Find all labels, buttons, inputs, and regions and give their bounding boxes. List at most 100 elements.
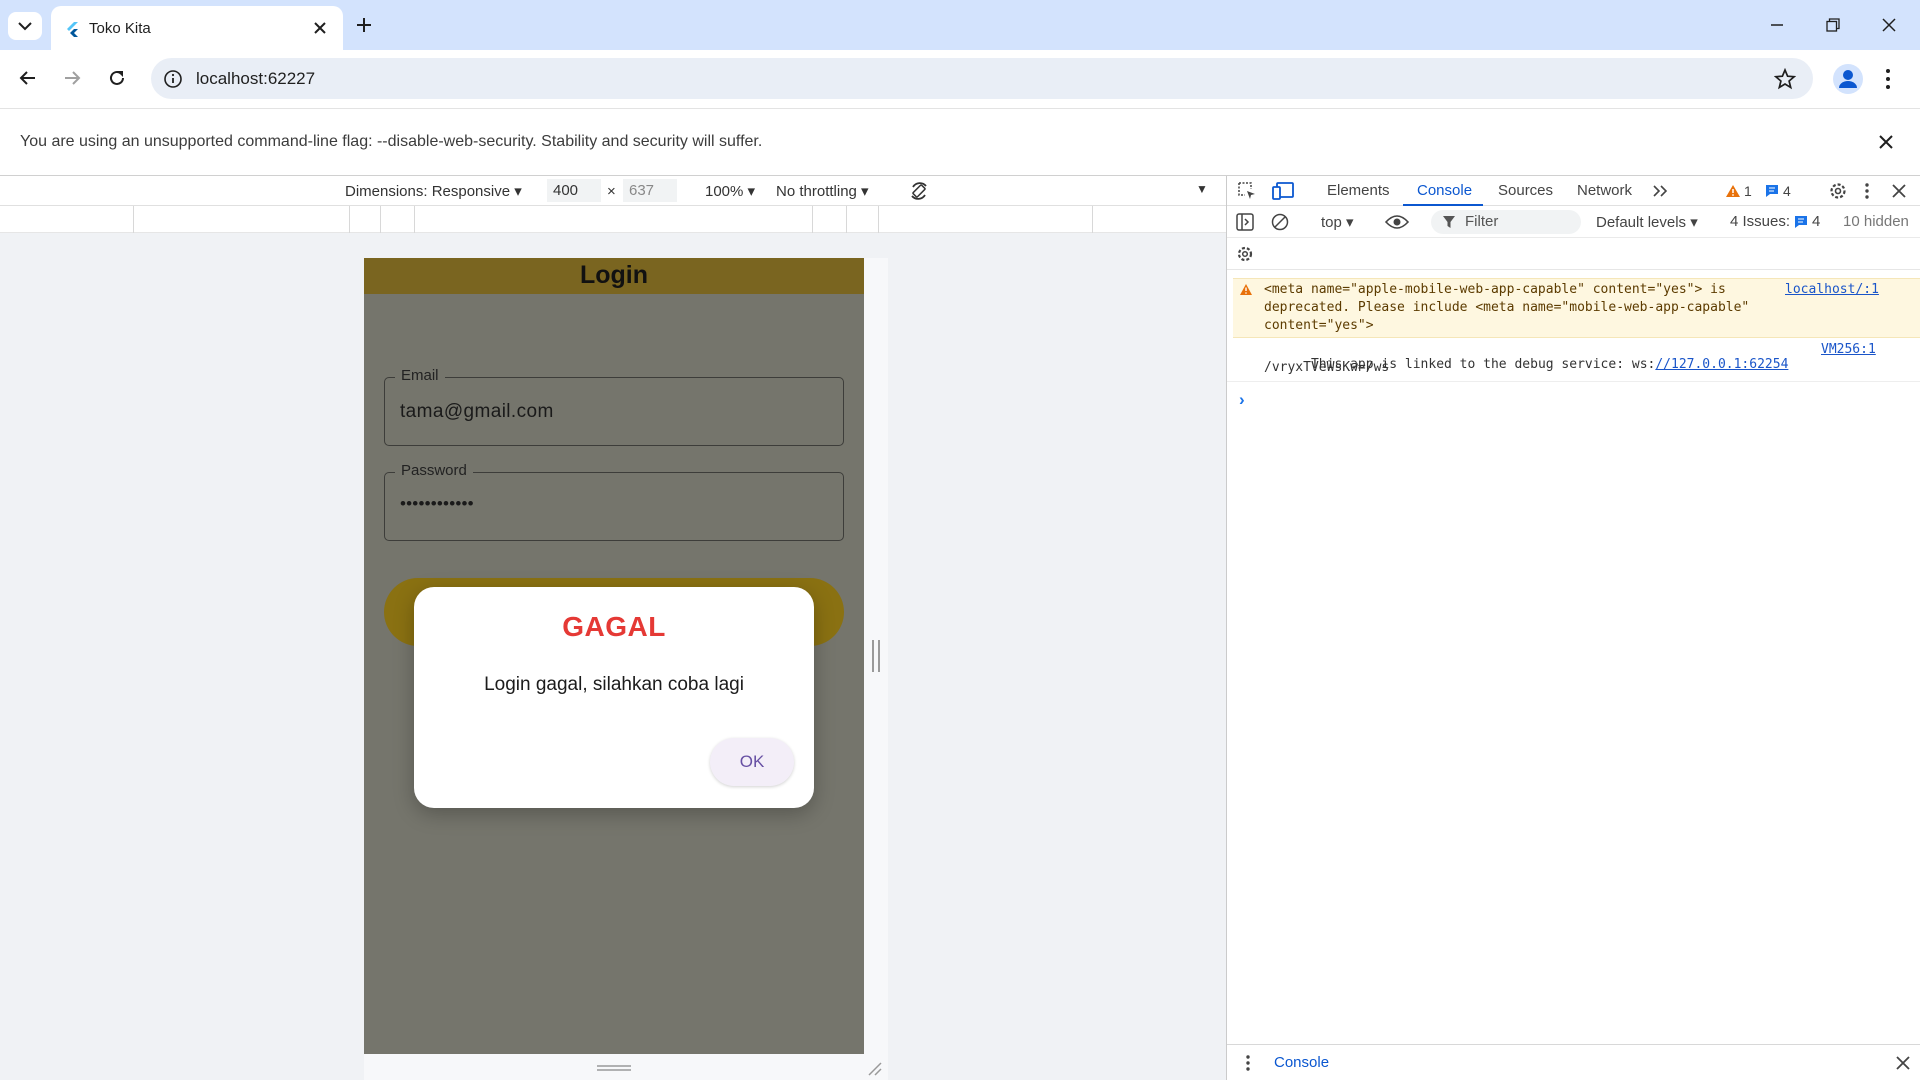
more-vert-icon[interactable] bbox=[1884, 68, 1892, 90]
height-value: 637 bbox=[629, 182, 655, 199]
drawer-bar: Console bbox=[1227, 1044, 1920, 1080]
console-settings-icon[interactable] bbox=[1236, 245, 1254, 263]
tab-sources[interactable]: Sources bbox=[1498, 182, 1553, 199]
devtools-panel: Elements Console Sources Network 1 4 top… bbox=[1226, 176, 1920, 1080]
throttling-label: No throttling bbox=[776, 183, 857, 200]
message-icon[interactable] bbox=[1765, 184, 1779, 198]
ok-button[interactable]: OK bbox=[710, 738, 794, 786]
more-vert-icon[interactable] bbox=[1864, 182, 1870, 200]
width-input[interactable]: 400 bbox=[547, 179, 601, 202]
info-text-line2: /vryxTVeWsKw=/ws bbox=[1264, 360, 1390, 375]
back-button[interactable] bbox=[12, 62, 44, 94]
forward-button[interactable] bbox=[56, 62, 88, 94]
message-count: 4 bbox=[1783, 183, 1791, 199]
console-toolbar: top ▾ Filter Default levels ▾ 4 Issues: … bbox=[1227, 206, 1920, 238]
restore-icon bbox=[1826, 18, 1840, 32]
app-bar: Login bbox=[364, 258, 864, 294]
dimension-separator: × bbox=[607, 183, 616, 200]
avatar[interactable] bbox=[1833, 64, 1863, 94]
hidden-count: 10 hidden bbox=[1843, 213, 1909, 230]
resize-strip-bottom[interactable] bbox=[364, 1054, 888, 1080]
warning-source-link[interactable]: localhost/:1 bbox=[1785, 282, 1879, 297]
issues-count: 4 bbox=[1812, 213, 1821, 230]
warning-text-line2: deprecated. Please include <meta name="m… bbox=[1264, 300, 1750, 315]
password-field[interactable]: Password •••••••••••• bbox=[384, 462, 844, 541]
width-value: 400 bbox=[553, 182, 579, 199]
window-close-button[interactable] bbox=[1866, 10, 1912, 40]
page-title: Login bbox=[579, 261, 649, 289]
browser-tab[interactable]: Toko Kita bbox=[51, 6, 343, 50]
side-resize-handle[interactable] bbox=[872, 640, 880, 672]
tab-title: Toko Kita bbox=[89, 20, 151, 37]
profile-icon bbox=[1839, 70, 1857, 88]
inspect-element-icon[interactable] bbox=[1237, 181, 1257, 201]
warning-count: 1 bbox=[1744, 183, 1752, 199]
minimize-button[interactable] bbox=[1754, 10, 1800, 40]
info-source-link[interactable]: VM256:1 bbox=[1821, 342, 1876, 357]
infobar-message: You are using an unsupported command-lin… bbox=[20, 133, 763, 150]
dimensions-select[interactable]: Dimensions: Responsive ▾ bbox=[345, 182, 522, 200]
dimensions-label: Dimensions: Responsive bbox=[345, 183, 511, 200]
info-icon[interactable] bbox=[163, 69, 183, 89]
levels-select[interactable]: Default levels ▾ bbox=[1596, 213, 1698, 231]
height-input[interactable]: 637 bbox=[623, 179, 677, 202]
title-bar: Toko Kita bbox=[0, 0, 1920, 50]
minimize-icon bbox=[1771, 24, 1783, 26]
drawer-tab-console[interactable]: Console bbox=[1274, 1054, 1329, 1071]
eye-icon[interactable] bbox=[1385, 214, 1409, 230]
dialog-message: Login gagal, silahkan coba lagi bbox=[484, 674, 744, 695]
clear-console-icon[interactable] bbox=[1271, 213, 1289, 231]
zoom-select[interactable]: 100% ▾ bbox=[705, 182, 755, 200]
restore-button[interactable] bbox=[1810, 10, 1856, 40]
tab-elements[interactable]: Elements bbox=[1327, 182, 1390, 199]
dialog-title: GAGAL bbox=[562, 611, 666, 642]
email-label: Email bbox=[395, 367, 445, 384]
tab-search-button[interactable] bbox=[8, 12, 42, 40]
console-prompt[interactable]: › bbox=[1239, 390, 1245, 410]
reload-button[interactable] bbox=[101, 62, 133, 94]
email-value: tama@gmail.com bbox=[400, 401, 554, 422]
email-field[interactable]: Email tama@gmail.com bbox=[384, 367, 844, 446]
console-info-message: This app is linked to the debug service:… bbox=[1227, 338, 1920, 382]
resize-handle-icon[interactable] bbox=[597, 1064, 631, 1072]
device-toggle-icon[interactable] bbox=[1272, 181, 1294, 201]
issues-label[interactable]: 4 Issues: bbox=[1730, 213, 1790, 230]
filter-input[interactable]: Filter bbox=[1431, 210, 1581, 234]
flutter-icon bbox=[67, 22, 78, 37]
bookmark-star-icon[interactable] bbox=[1774, 68, 1796, 90]
close-icon[interactable] bbox=[1896, 1056, 1910, 1070]
tab-network[interactable]: Network bbox=[1577, 182, 1632, 199]
close-icon[interactable] bbox=[313, 21, 327, 35]
device-toolbar: Dimensions: Responsive ▾ 400 × 637 100% … bbox=[0, 176, 1226, 206]
corner-resize-icon[interactable] bbox=[866, 1060, 882, 1076]
rotate-icon[interactable] bbox=[908, 180, 930, 202]
sidebar-toggle-icon[interactable] bbox=[1236, 213, 1254, 231]
console-settings-bar bbox=[1227, 238, 1920, 270]
more-tabs-icon[interactable] bbox=[1652, 184, 1668, 198]
more-vert-icon[interactable] bbox=[1245, 1054, 1251, 1072]
password-value: •••••••••••• bbox=[400, 494, 474, 513]
browser-toolbar: localhost:62227 bbox=[0, 50, 1920, 108]
reload-icon bbox=[110, 70, 124, 85]
warning-infobar: You are using an unsupported command-lin… bbox=[0, 108, 1920, 176]
debug-service-link[interactable]: //127.0.0.1:62254 bbox=[1655, 357, 1788, 372]
media-query-ruler[interactable] bbox=[0, 206, 1226, 233]
close-icon[interactable] bbox=[1879, 135, 1893, 149]
filter-placeholder: Filter bbox=[1465, 213, 1499, 230]
close-icon[interactable] bbox=[1892, 184, 1906, 198]
settings-gear-icon[interactable] bbox=[1828, 181, 1848, 201]
context-select[interactable]: top ▾ bbox=[1321, 213, 1354, 231]
device-options-icon[interactable]: ▼ bbox=[1196, 182, 1208, 196]
arrow-right-icon bbox=[65, 71, 81, 85]
address-bar[interactable]: localhost:62227 bbox=[151, 58, 1813, 99]
warning-icon[interactable] bbox=[1725, 184, 1741, 198]
throttling-select[interactable]: No throttling ▾ bbox=[776, 182, 869, 200]
chevron-down-icon bbox=[18, 22, 32, 31]
tab-console[interactable]: Console bbox=[1417, 182, 1472, 199]
arrow-left-icon bbox=[19, 71, 35, 85]
warning-text-line1: <meta name="apple-mobile-web-app-capable… bbox=[1264, 282, 1726, 297]
zoom-label: 100% bbox=[705, 183, 744, 200]
alert-dialog: GAGAL Login gagal, silahkan coba lagi OK bbox=[414, 587, 814, 808]
new-tab-icon[interactable] bbox=[355, 16, 373, 34]
warning-text-line3: content="yes"> bbox=[1264, 318, 1374, 333]
